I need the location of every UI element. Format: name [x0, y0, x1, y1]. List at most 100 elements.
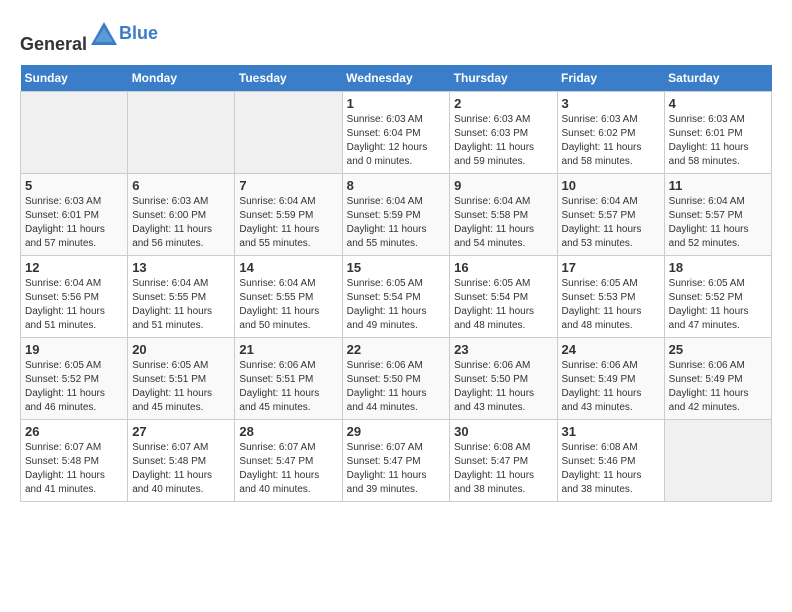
day-info: Sunrise: 6:06 AM Sunset: 5:49 PM Dayligh…	[669, 359, 767, 415]
day-info: Sunrise: 6:04 AM Sunset: 5:57 PM Dayligh…	[669, 195, 767, 251]
calendar-cell	[235, 92, 342, 174]
calendar-cell: 14 Sunrise: 6:04 AM Sunset: 5:55 PM Dayli…	[235, 256, 342, 338]
day-number: 16	[454, 260, 552, 275]
calendar-week-row: 12Sunrise: 6:04 AM Sunset: 5:56 PM Dayli…	[21, 256, 772, 338]
logo-general: General	[20, 34, 87, 54]
day-info: Sunrise: 6:04 AM Sunset: 5:55 PM Dayligh…	[239, 277, 337, 333]
day-number: 17	[562, 260, 660, 275]
day-number: 23	[454, 342, 552, 357]
column-header-monday: Monday	[128, 65, 235, 92]
day-info: Sunrise: 6:03 AM Sunset: 6:02 PM Dayligh…	[562, 113, 660, 169]
calendar-week-row: 26Sunrise: 6:07 AM Sunset: 5:48 PM Dayli…	[21, 420, 772, 502]
calendar-cell: 7Sunrise: 6:04 AM Sunset: 5:59 PM Daylig…	[235, 174, 342, 256]
day-info: Sunrise: 6:07 AM Sunset: 5:47 PM Dayligh…	[239, 441, 337, 497]
day-number: 12	[25, 260, 123, 275]
day-info: Sunrise: 6:07 AM Sunset: 5:47 PM Dayligh…	[347, 441, 446, 497]
calendar-cell: 15Sunrise: 6:05 AM Sunset: 5:54 PM Dayli…	[342, 256, 450, 338]
day-info: Sunrise: 6:04 AM Sunset: 5:55 PM Dayligh…	[132, 277, 230, 333]
column-header-friday: Friday	[557, 65, 664, 92]
day-number: 11	[669, 178, 767, 193]
day-info: Sunrise: 6:04 AM Sunset: 5:59 PM Dayligh…	[347, 195, 446, 251]
day-info: Sunrise: 6:08 AM Sunset: 5:47 PM Dayligh…	[454, 441, 552, 497]
day-info: Sunrise: 6:05 AM Sunset: 5:53 PM Dayligh…	[562, 277, 660, 333]
day-info: Sunrise: 6:08 AM Sunset: 5:46 PM Dayligh…	[562, 441, 660, 497]
day-number: 8	[347, 178, 446, 193]
day-info: Sunrise: 6:04 AM Sunset: 5:58 PM Dayligh…	[454, 195, 552, 251]
day-number: 9	[454, 178, 552, 193]
day-number: 24	[562, 342, 660, 357]
calendar-cell: 19Sunrise: 6:05 AM Sunset: 5:52 PM Dayli…	[21, 338, 128, 420]
calendar-cell: 8 Sunrise: 6:04 AM Sunset: 5:59 PM Daylig…	[342, 174, 450, 256]
calendar-cell: 11 Sunrise: 6:04 AM Sunset: 5:57 PM Dayli…	[664, 174, 771, 256]
day-number: 6	[132, 178, 230, 193]
day-number: 20	[132, 342, 230, 357]
calendar-cell: 26Sunrise: 6:07 AM Sunset: 5:48 PM Dayli…	[21, 420, 128, 502]
calendar-cell	[664, 420, 771, 502]
day-number: 28	[239, 424, 337, 439]
day-number: 27	[132, 424, 230, 439]
calendar-cell: 20 Sunrise: 6:05 AM Sunset: 5:51 PM Dayli…	[128, 338, 235, 420]
calendar-week-row: 19Sunrise: 6:05 AM Sunset: 5:52 PM Dayli…	[21, 338, 772, 420]
day-number: 19	[25, 342, 123, 357]
day-number: 14	[239, 260, 337, 275]
day-number: 30	[454, 424, 552, 439]
calendar-cell: 31 Sunrise: 6:08 AM Sunset: 5:46 PM Dayli…	[557, 420, 664, 502]
day-number: 13	[132, 260, 230, 275]
day-number: 29	[347, 424, 446, 439]
calendar-cell: 10 Sunrise: 6:04 AM Sunset: 5:57 PM Dayli…	[557, 174, 664, 256]
day-number: 1	[347, 96, 446, 111]
day-info: Sunrise: 6:05 AM Sunset: 5:54 PM Dayligh…	[454, 277, 552, 333]
day-number: 3	[562, 96, 660, 111]
day-info: Sunrise: 6:03 AM Sunset: 6:03 PM Dayligh…	[454, 113, 552, 169]
day-number: 21	[239, 342, 337, 357]
calendar-cell: 22 Sunrise: 6:06 AM Sunset: 5:50 PM Dayli…	[342, 338, 450, 420]
day-info: Sunrise: 6:07 AM Sunset: 5:48 PM Dayligh…	[132, 441, 230, 497]
column-header-saturday: Saturday	[664, 65, 771, 92]
calendar-cell: 21 Sunrise: 6:06 AM Sunset: 5:51 PM Dayli…	[235, 338, 342, 420]
day-info: Sunrise: 6:04 AM Sunset: 5:57 PM Dayligh…	[562, 195, 660, 251]
calendar-cell: 30 Sunrise: 6:08 AM Sunset: 5:47 PM Dayli…	[450, 420, 557, 502]
calendar-cell: 1 Sunrise: 6:03 AM Sunset: 6:04 PM Daylig…	[342, 92, 450, 174]
day-info: Sunrise: 6:03 AM Sunset: 6:00 PM Dayligh…	[132, 195, 230, 251]
logo-blue: Blue	[119, 23, 158, 44]
calendar-cell: 25 Sunrise: 6:06 AM Sunset: 5:49 PM Dayli…	[664, 338, 771, 420]
day-info: Sunrise: 6:06 AM Sunset: 5:50 PM Dayligh…	[347, 359, 446, 415]
column-header-thursday: Thursday	[450, 65, 557, 92]
day-info: Sunrise: 6:04 AM Sunset: 5:59 PM Dayligh…	[239, 195, 337, 251]
column-header-sunday: Sunday	[21, 65, 128, 92]
logo-icon	[89, 20, 119, 50]
logo: General Blue	[20, 20, 158, 55]
column-header-tuesday: Tuesday	[235, 65, 342, 92]
calendar-cell: 24 Sunrise: 6:06 AM Sunset: 5:49 PM Dayli…	[557, 338, 664, 420]
calendar-cell: 6 Sunrise: 6:03 AM Sunset: 6:00 PM Daylig…	[128, 174, 235, 256]
calendar-cell: 27 Sunrise: 6:07 AM Sunset: 5:48 PM Dayli…	[128, 420, 235, 502]
calendar-table: SundayMondayTuesdayWednesdayThursdayFrid…	[20, 65, 772, 502]
calendar-cell: 13 Sunrise: 6:04 AM Sunset: 5:55 PM Dayli…	[128, 256, 235, 338]
calendar-cell: 5Sunrise: 6:03 AM Sunset: 6:01 PM Daylig…	[21, 174, 128, 256]
calendar-cell: 3 Sunrise: 6:03 AM Sunset: 6:02 PM Daylig…	[557, 92, 664, 174]
calendar-cell: 17 Sunrise: 6:05 AM Sunset: 5:53 PM Dayli…	[557, 256, 664, 338]
day-info: Sunrise: 6:06 AM Sunset: 5:51 PM Dayligh…	[239, 359, 337, 415]
day-number: 22	[347, 342, 446, 357]
day-number: 10	[562, 178, 660, 193]
calendar-header-row: SundayMondayTuesdayWednesdayThursdayFrid…	[21, 65, 772, 92]
calendar-cell: 23 Sunrise: 6:06 AM Sunset: 5:50 PM Dayli…	[450, 338, 557, 420]
day-number: 31	[562, 424, 660, 439]
day-info: Sunrise: 6:05 AM Sunset: 5:54 PM Dayligh…	[347, 277, 446, 333]
day-info: Sunrise: 6:06 AM Sunset: 5:50 PM Dayligh…	[454, 359, 552, 415]
calendar-cell: 12Sunrise: 6:04 AM Sunset: 5:56 PM Dayli…	[21, 256, 128, 338]
calendar-cell: 16 Sunrise: 6:05 AM Sunset: 5:54 PM Dayli…	[450, 256, 557, 338]
day-number: 2	[454, 96, 552, 111]
page-header: General Blue	[20, 20, 772, 55]
day-number: 4	[669, 96, 767, 111]
day-info: Sunrise: 6:03 AM Sunset: 6:01 PM Dayligh…	[669, 113, 767, 169]
day-info: Sunrise: 6:05 AM Sunset: 5:51 PM Dayligh…	[132, 359, 230, 415]
calendar-cell	[21, 92, 128, 174]
day-info: Sunrise: 6:03 AM Sunset: 6:04 PM Dayligh…	[347, 113, 446, 169]
column-header-wednesday: Wednesday	[342, 65, 450, 92]
calendar-cell: 4 Sunrise: 6:03 AM Sunset: 6:01 PM Daylig…	[664, 92, 771, 174]
day-info: Sunrise: 6:07 AM Sunset: 5:48 PM Dayligh…	[25, 441, 123, 497]
calendar-cell: 9 Sunrise: 6:04 AM Sunset: 5:58 PM Daylig…	[450, 174, 557, 256]
day-info: Sunrise: 6:06 AM Sunset: 5:49 PM Dayligh…	[562, 359, 660, 415]
day-number: 25	[669, 342, 767, 357]
